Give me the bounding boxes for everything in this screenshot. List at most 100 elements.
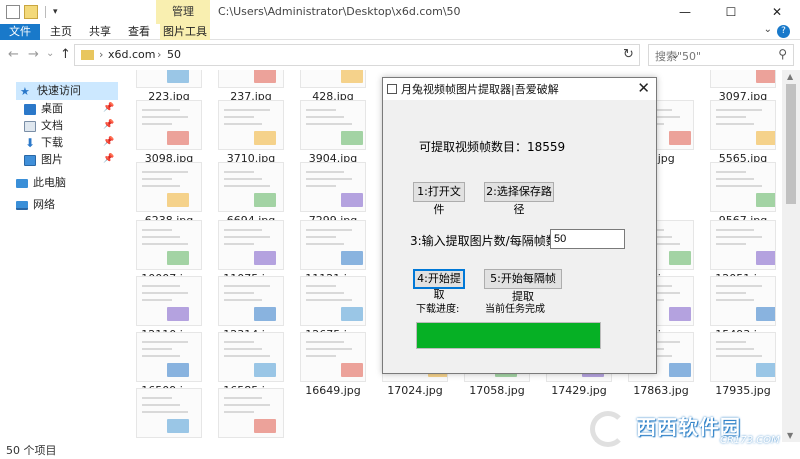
- open-file-button[interactable]: 1:打开文件: [413, 182, 465, 216]
- tab-picture-tools[interactable]: 图片工具: [160, 24, 210, 40]
- sidebar-item-network[interactable]: 网络: [16, 196, 55, 214]
- pin-icon[interactable]: 📌: [103, 137, 114, 147]
- close-window-button[interactable]: ✕: [754, 0, 800, 24]
- thumbnail-text-line: [224, 109, 270, 111]
- file-name[interactable]: 17935.jpg: [703, 384, 782, 397]
- file-thumbnail[interactable]: [136, 276, 202, 326]
- file-thumbnail[interactable]: [710, 162, 776, 212]
- tab-file[interactable]: 文件: [0, 24, 40, 40]
- thumbnail-text-line: [224, 348, 262, 350]
- extractor-dialog: 月兔视频帧图片提取器|吾爱破解 ✕ 可提取视频帧数目：18559 1:打开文件 …: [382, 77, 657, 374]
- thumbnail-text-line: [142, 123, 172, 125]
- file-thumbnail[interactable]: [710, 100, 776, 150]
- file-name[interactable]: 17863.jpg: [621, 384, 701, 397]
- file-thumbnail[interactable]: [218, 276, 284, 326]
- thumbnail-illustration: [341, 363, 363, 377]
- sidebar-item-desktop[interactable]: 桌面: [24, 100, 63, 118]
- thumbnail-text-line: [306, 178, 352, 180]
- choose-save-path-button[interactable]: 2:选择保存路径: [484, 182, 554, 216]
- sidebar-item-downloads[interactable]: ⬇ 下载: [24, 134, 63, 152]
- pin-icon[interactable]: 📌: [103, 120, 114, 130]
- file-thumbnail[interactable]: [136, 70, 202, 88]
- thumbnail-illustration: [254, 131, 276, 145]
- file-thumbnail[interactable]: [710, 70, 776, 88]
- maximize-button[interactable]: ☐: [708, 0, 754, 24]
- thumbnail-text-line: [224, 285, 270, 287]
- file-thumbnail[interactable]: [218, 332, 284, 382]
- file-thumbnail[interactable]: [300, 100, 366, 150]
- file-name[interactable]: 17058.jpg: [457, 384, 537, 397]
- start-extract-button[interactable]: 4:开始提取: [413, 269, 465, 301]
- sidebar-item-this-pc[interactable]: 此电脑: [16, 174, 66, 192]
- sidebar-item-label: 此电脑: [33, 176, 66, 189]
- sidebar-item-quick-access[interactable]: ★ 快速访问: [16, 82, 118, 100]
- up-folder-icon[interactable]: ↑: [60, 47, 71, 62]
- scroll-down-icon[interactable]: ▼: [787, 431, 793, 440]
- thumbnail-text-line: [306, 285, 336, 287]
- file-thumbnail[interactable]: [218, 388, 284, 438]
- new-folder-icon[interactable]: [24, 5, 38, 19]
- minimize-button[interactable]: —: [662, 0, 708, 24]
- recent-locations-icon[interactable]: ⌄: [46, 48, 54, 59]
- help-icon[interactable]: ?: [777, 25, 790, 38]
- dialog-close-button[interactable]: ✕: [637, 79, 650, 97]
- thumbnail-illustration: [254, 363, 276, 377]
- file-name[interactable]: 16649.jpg: [293, 384, 373, 397]
- network-icon: [16, 200, 28, 210]
- thumbnail-text-line: [716, 355, 762, 357]
- file-thumbnail[interactable]: [218, 100, 284, 150]
- search-icon[interactable]: ⚲: [778, 47, 787, 61]
- file-thumbnail[interactable]: [136, 100, 202, 150]
- expand-ribbon-icon[interactable]: ⌄: [764, 24, 772, 35]
- scroll-up-icon[interactable]: ▲: [787, 72, 793, 81]
- back-icon[interactable]: ←: [8, 47, 19, 62]
- file-thumbnail[interactable]: [300, 162, 366, 212]
- tab-share[interactable]: 共享: [83, 24, 117, 40]
- file-thumbnail[interactable]: [218, 162, 284, 212]
- breadcrumb-x6d[interactable]: x6d.com: [108, 48, 155, 61]
- customize-toolbar-icon[interactable]: ▾: [53, 7, 58, 17]
- refresh-icon[interactable]: ↻: [623, 47, 634, 62]
- thumbnail-text-line: [142, 292, 188, 294]
- file-thumbnail[interactable]: [136, 220, 202, 270]
- file-thumbnail[interactable]: [136, 332, 202, 382]
- tab-home[interactable]: 主页: [44, 24, 78, 40]
- vertical-scrollbar[interactable]: ▲ ▼: [782, 70, 800, 442]
- file-thumbnail[interactable]: [218, 70, 284, 88]
- interval-input[interactable]: [550, 229, 625, 249]
- file-thumbnail[interactable]: [300, 70, 366, 88]
- scrollbar-thumb[interactable]: [786, 84, 796, 204]
- pin-icon[interactable]: 📌: [103, 103, 114, 113]
- thumbnail-illustration: [756, 193, 775, 207]
- sidebar-item-documents[interactable]: 文档: [24, 117, 63, 135]
- pin-icon[interactable]: 📌: [103, 154, 114, 164]
- start-interval-extract-button[interactable]: 5:开始每隔帧提取: [484, 269, 562, 303]
- file-thumbnail[interactable]: [300, 276, 366, 326]
- file-thumbnail[interactable]: [300, 332, 366, 382]
- file-thumbnail[interactable]: [300, 220, 366, 270]
- file-thumbnail[interactable]: [710, 332, 776, 382]
- watermark-subtext: CR173.COM: [720, 435, 780, 446]
- tab-view[interactable]: 查看: [122, 24, 156, 40]
- sidebar-item-label: 图片: [41, 153, 63, 166]
- search-input[interactable]: 搜索"50" ⚲: [648, 44, 794, 66]
- properties-icon[interactable]: [6, 5, 20, 19]
- file-name[interactable]: 17429.jpg: [539, 384, 619, 397]
- file-thumbnail[interactable]: [136, 388, 202, 438]
- breadcrumb-50[interactable]: 50: [167, 48, 181, 61]
- forward-icon[interactable]: →: [28, 47, 39, 62]
- manage-tab[interactable]: 管理: [156, 0, 210, 24]
- thumbnail-text-line: [224, 243, 254, 245]
- interval-label: 3:输入提取图片数/每隔帧数: [410, 234, 558, 248]
- file-thumbnail[interactable]: [710, 276, 776, 326]
- file-thumbnail[interactable]: [710, 220, 776, 270]
- file-thumbnail[interactable]: [218, 220, 284, 270]
- file-name[interactable]: 17024.jpg: [375, 384, 455, 397]
- sidebar-item-pictures[interactable]: 图片: [24, 151, 63, 169]
- app-icon: [387, 84, 397, 94]
- thumbnail-illustration: [254, 70, 276, 83]
- file-thumbnail[interactable]: [136, 162, 202, 212]
- toolbar-separator: [45, 6, 46, 18]
- thumbnail-illustration: [669, 251, 691, 265]
- address-bar[interactable]: › x6d.com › 50 ⌄ ↻: [74, 44, 680, 66]
